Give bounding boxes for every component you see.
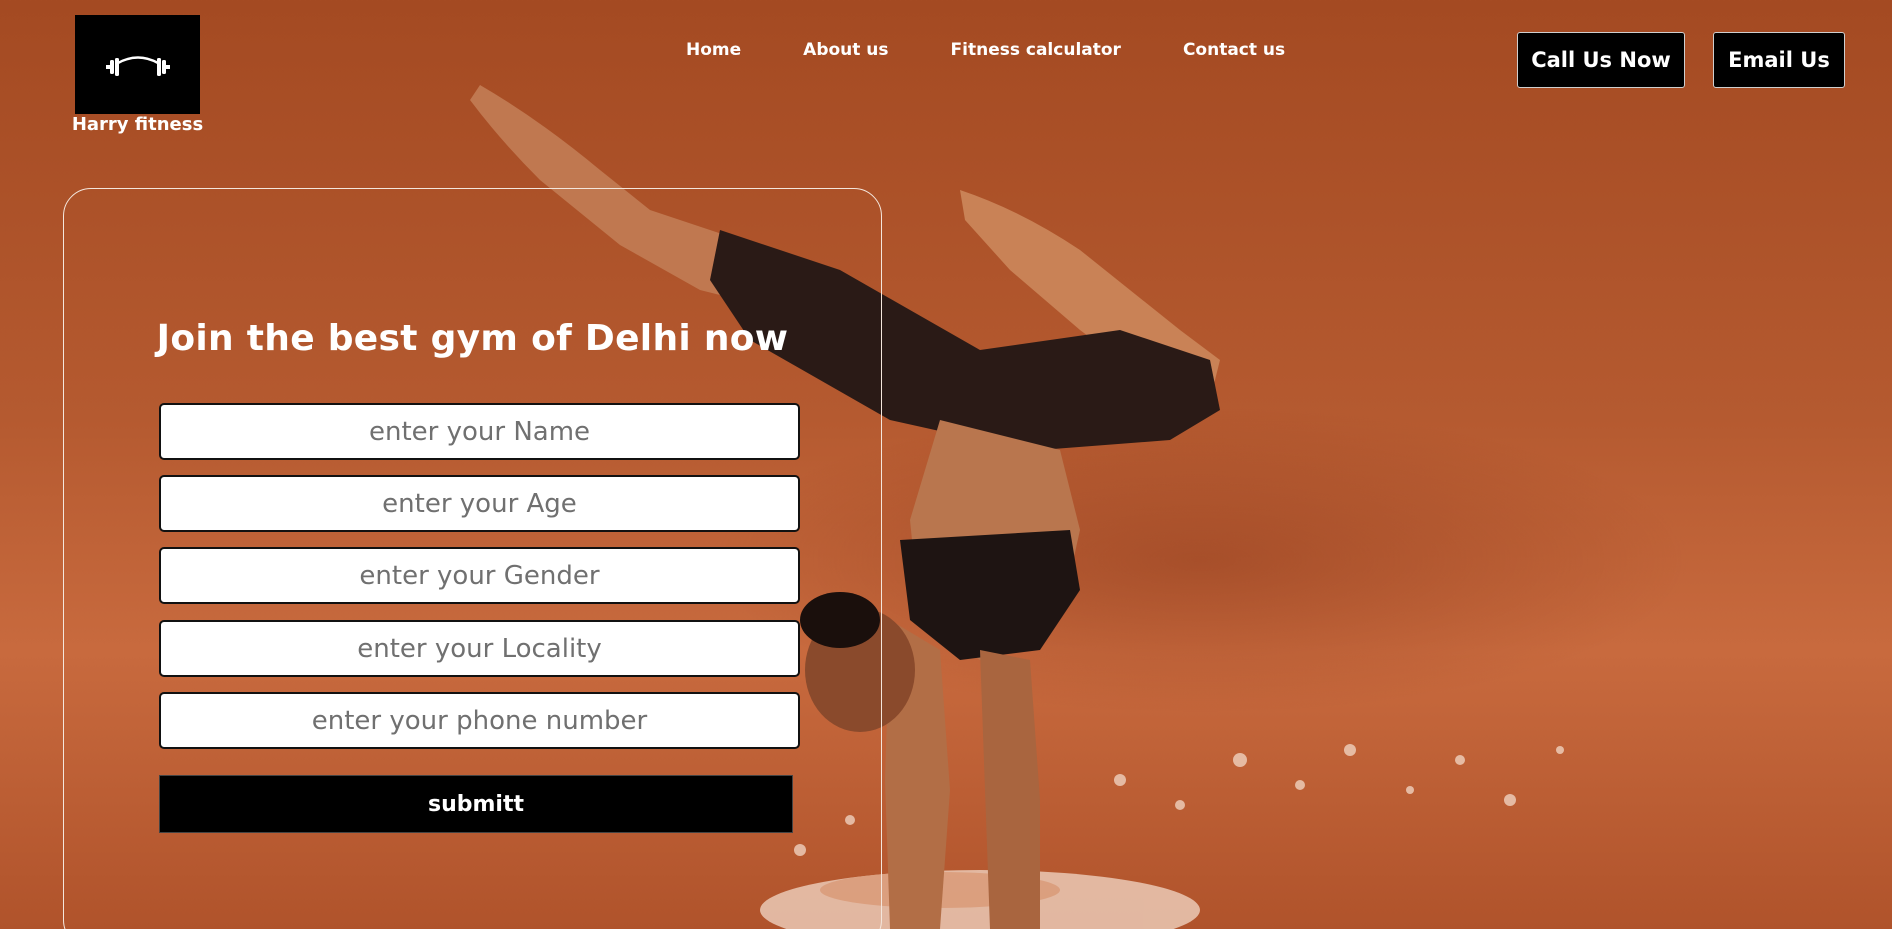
form-title: Join the best gym of Delhi now (156, 318, 789, 359)
brand-name: Harry fitness (71, 114, 204, 135)
main-nav: Home About us Fitness calculator Contact… (686, 40, 1285, 60)
nav-contact-us[interactable]: Contact us (1183, 40, 1285, 60)
nav-about-us[interactable]: About us (803, 40, 888, 60)
phone-input[interactable] (159, 692, 800, 749)
logo[interactable] (75, 15, 200, 114)
call-us-button[interactable]: Call Us Now (1517, 32, 1685, 88)
dumbbell-icon (105, 55, 170, 76)
submit-button[interactable]: submitt (159, 775, 793, 833)
name-input[interactable] (159, 403, 800, 460)
age-input[interactable] (159, 475, 800, 532)
nav-fitness-calculator[interactable]: Fitness calculator (951, 40, 1121, 60)
nav-home[interactable]: Home (686, 40, 741, 60)
email-us-button[interactable]: Email Us (1713, 32, 1845, 88)
locality-input[interactable] (159, 620, 800, 677)
gender-input[interactable] (159, 547, 800, 604)
